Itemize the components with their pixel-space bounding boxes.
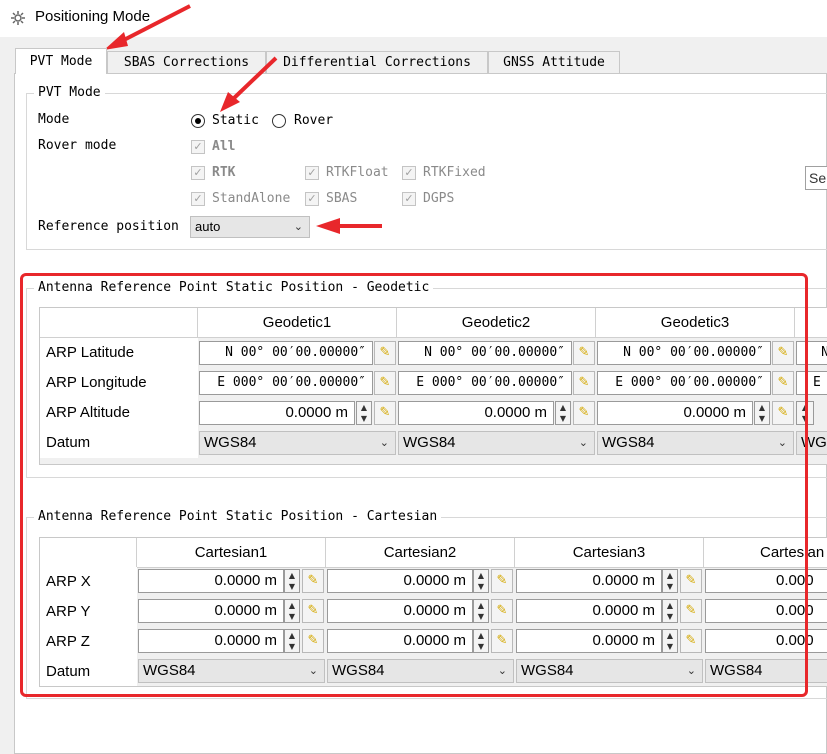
annotation-arrows [104, 4, 382, 234]
annotation-arrow-2 [230, 56, 278, 102]
annotation-arrow-1-head [104, 32, 128, 50]
annotation-arrow-1 [117, 4, 191, 45]
tab-pvt-mode[interactable]: PVT Mode [15, 48, 107, 74]
annotation-arrow-3-head [316, 218, 340, 234]
